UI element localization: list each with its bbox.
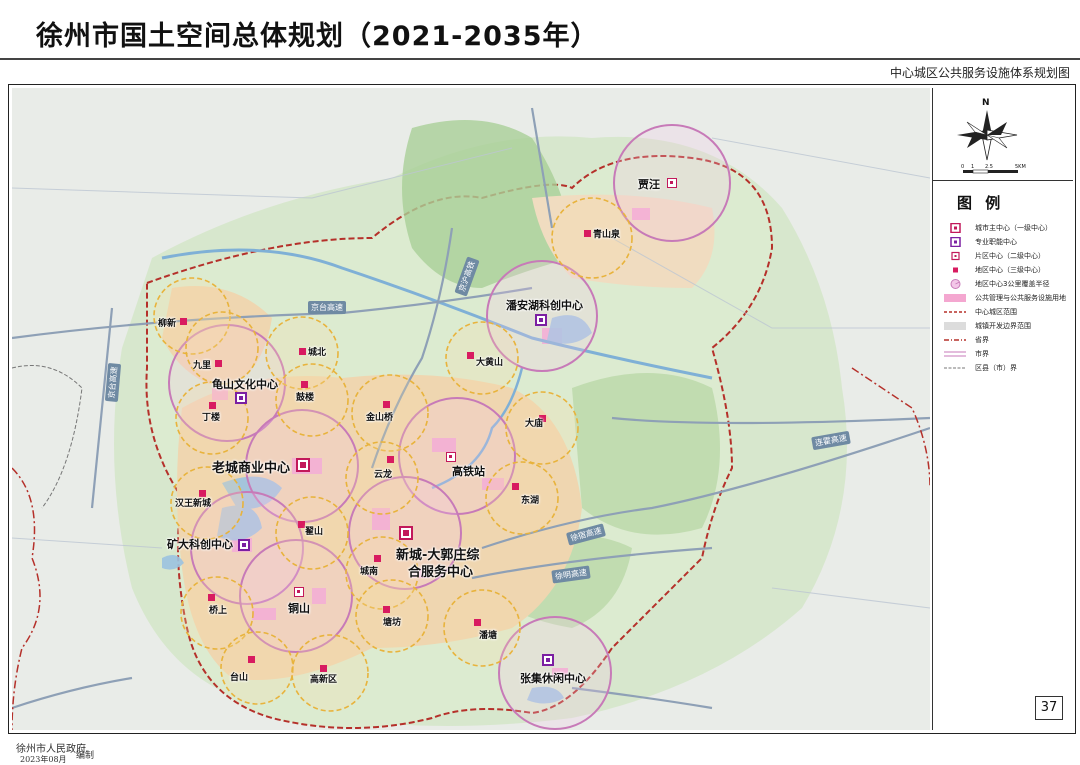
dev-boundary-icon [944,322,966,330]
north-label: N [982,98,990,108]
local-center-icon[interactable] [383,401,390,408]
district-center-icon[interactable] [446,452,456,462]
local-center-icon[interactable] [180,318,187,325]
local-center-icon[interactable] [209,402,216,409]
county-border-icon [944,367,966,369]
function-center-icon[interactable] [535,314,547,326]
function-center-icon[interactable] [238,539,250,551]
local-center-label: 大庙 [525,419,544,429]
district-center-icon [951,251,960,261]
title-underline [0,58,1080,60]
city-main-center-icon [950,223,961,233]
local-center-label: 翟山 [305,527,324,537]
road-label: 京台高速 [308,301,346,314]
map-sidebar: N 0 1 2.5 5KM 图 例 城市主中心（一级中心） 专业职能中心 片区中… [932,88,1073,730]
local-center-label: 丁楼 [202,413,221,423]
page-title: 徐州市国土空间总体规划（2021-2035年） [36,21,599,52]
local-center-label: 台山 [230,673,249,683]
local-center-label: 鼓楼 [296,393,315,403]
function-center-icon[interactable] [542,654,554,666]
province-border-icon [944,339,966,341]
function-center-label-guishan: 龟山文化中心 [212,378,278,391]
local-center-label: 九里 [193,361,212,371]
scale-label-3: 5KM [1015,164,1026,170]
local-center-label: 高新区 [310,675,338,685]
local-center-icon[interactable] [474,619,481,626]
footer-date: 2023年08月 [20,755,67,764]
local-center-icon[interactable] [299,348,306,355]
legend-item: 地区中心（三级中心） [939,264,1071,276]
local-center-icon[interactable] [320,665,327,672]
legend-item: 片区中心（二级中心） [939,250,1071,262]
local-center-label: 城南 [360,567,379,577]
legend-item: 城镇开发边界范围 [939,320,1071,332]
local-center-label: 东湖 [521,496,540,506]
local-center-icon[interactable] [215,360,222,367]
footer-made-by: 编制 [76,751,95,761]
function-center-label-kuangda: 矿大科创中心 [167,538,233,551]
local-center-icon[interactable] [387,456,394,463]
local-center-label: 潘塘 [479,631,498,641]
district-center-icon[interactable] [294,587,304,597]
compass-icon [957,110,1018,174]
scale-label-1: 1 [971,164,975,170]
city-main-center-icon[interactable] [296,458,310,472]
local-center-label: 柳新 [158,319,177,329]
legend-item: 城市主中心（一级中心） [939,222,1071,234]
function-center-icon [950,237,961,247]
function-center-label-pananhu: 潘安湖科创中心 [506,299,583,312]
legend-item: 专业职能中心 [939,236,1071,248]
local-center-label: 桥上 [209,606,228,616]
main-center-label-old-city: 老城商业中心 [212,461,291,476]
local-center-icon[interactable] [467,352,474,359]
city-main-center-icon[interactable] [399,526,413,540]
legend-item: 市界 [939,348,1071,360]
local-center-label: 大黄山 [476,358,504,368]
local-center-icon[interactable] [383,606,390,613]
legend-item: 地区中心3公里覆盖半径 [939,278,1071,290]
local-center-label: 云龙 [374,470,393,480]
district-center-label-tongshan: 铜山 [288,602,310,615]
function-center-label-zhangji: 张集休闲中心 [520,672,586,685]
map-canvas[interactable]: 老城商业中心 新城-大郭庄综 合服务中心 潘安湖科创中心 龟山文化中心 矿大科创… [12,88,930,730]
map-subtitle: 中心城区公共服务设施体系规划图 [889,66,1070,80]
coverage-radius-icon [950,279,961,289]
local-center-icon [953,267,958,273]
legend-item: 省界 [939,334,1071,346]
local-center-icon[interactable] [208,594,215,601]
page-number: 37 [1035,696,1063,720]
legend-item: 中心城区范围 [939,306,1071,318]
function-center-icon[interactable] [235,392,247,404]
legend-item: 公共管理与公共服务设施用地 [939,292,1071,304]
map-base-layer [12,107,930,730]
district-center-icon[interactable] [667,178,677,188]
legend-item: 区县（市）界 [939,362,1071,374]
local-center-label: 金山桥 [366,413,394,423]
public-land-icon [944,294,966,302]
scale-label-2: 2.5 [985,164,993,170]
local-center-icon[interactable] [584,230,591,237]
compass-scale-box: N 0 1 2.5 5KM [933,88,1073,181]
local-center-icon[interactable] [298,521,305,528]
local-center-icon[interactable] [248,656,255,663]
local-center-label: 塘坊 [383,618,402,628]
city-border-icon [944,351,966,357]
local-center-icon[interactable] [374,555,381,562]
district-center-label-jiawang: 贾汪 [638,178,660,191]
central-boundary-icon [944,311,966,313]
district-center-label-gaotiezhan: 高铁站 [452,465,485,478]
local-center-label: 汉王新城 [175,499,212,509]
legend-title: 图 例 [957,194,1005,212]
main-center-label-new-city-line2: 合服务中心 [408,565,474,580]
scale-label-0: 0 [961,164,965,170]
local-center-label: 青山泉 [593,230,621,240]
local-center-label: 城北 [308,348,327,358]
local-center-icon[interactable] [512,483,519,490]
local-center-icon[interactable] [301,381,308,388]
